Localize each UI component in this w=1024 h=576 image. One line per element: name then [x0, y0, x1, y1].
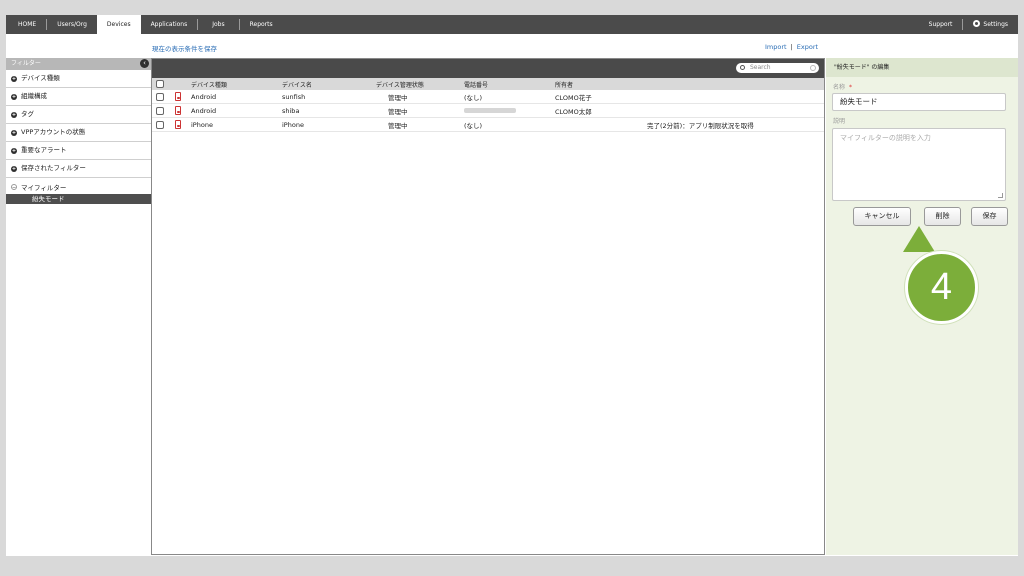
expand-icon: +: [11, 147, 17, 154]
delete-button[interactable]: 削除: [924, 207, 961, 226]
nav-right-group: Support Settings: [919, 15, 1018, 34]
sidebar-item-org[interactable]: + 組織構成: [6, 88, 151, 106]
nav-users-org[interactable]: Users/Org: [47, 15, 97, 34]
import-export: Import | Export: [765, 43, 818, 51]
nav-support[interactable]: Support: [919, 15, 963, 34]
sidebar-item-label: 保存されたフィルター: [21, 164, 86, 172]
nav-home[interactable]: HOME: [6, 15, 46, 34]
save-conditions-link[interactable]: 現在の表示条件を保存: [152, 43, 217, 53]
cell-state: 管理中: [388, 107, 408, 116]
expand-icon: +: [11, 165, 17, 172]
filter-name-input[interactable]: 紛失モード: [832, 93, 1006, 111]
table-row[interactable]: iPhone iPhone 管理中 (なし) 完了(2分前)：アプリ制限状況を取…: [152, 118, 824, 132]
filter-sidebar: フィルター ‹ + デバイス種類 + 組織構成 + タグ + VPPアカウントの状態 +…: [6, 58, 151, 554]
sidebar-item-alerts[interactable]: + 重要なアラート: [6, 142, 151, 160]
sidebar-item-saved-filters[interactable]: + 保存されたフィルター: [6, 160, 151, 178]
cell-owner: CLOMO花子: [555, 93, 592, 102]
row-checkbox[interactable]: [156, 106, 164, 115]
cell-job-status: 完了(2分前)：アプリ制限状況を取得: [647, 121, 754, 130]
cell-device-name: sunfish: [282, 92, 306, 101]
sidebar-item-label: デバイス種類: [21, 74, 60, 82]
col-phone[interactable]: 電話番号: [464, 80, 488, 89]
row-checkbox[interactable]: [156, 92, 164, 101]
lost-device-icon: [175, 92, 181, 101]
row-checkbox[interactable]: [156, 120, 164, 129]
cell-device-type: iPhone: [191, 120, 213, 129]
save-button[interactable]: 保存: [971, 207, 1008, 226]
col-owner[interactable]: 所有者: [555, 80, 573, 89]
table-row[interactable]: Android shiba 管理中 CLOMO太郎: [152, 104, 824, 118]
top-nav: HOME Users/Org Devices Applications Jobs…: [6, 15, 1018, 34]
table-header: デバイス種類 デバイス名 デバイス管理状態 電話番号 所有者: [152, 78, 824, 90]
sidebar-item-device-type[interactable]: + デバイス種類: [6, 70, 151, 88]
my-filter-lost-mode[interactable]: 紛失モード: [6, 194, 151, 204]
col-device-name[interactable]: デバイス名: [282, 80, 312, 89]
cell-device-type: Android: [191, 92, 217, 101]
filter-description-input[interactable]: マイフィルターの説明を入力: [832, 128, 1006, 201]
cell-device-type: Android: [191, 106, 217, 115]
sidebar-header: フィルター ‹: [6, 58, 151, 70]
col-device-type[interactable]: デバイス種類: [191, 80, 227, 89]
nav-settings[interactable]: Settings: [963, 15, 1018, 34]
sidebar-item-label: 組織構成: [21, 92, 47, 100]
cell-phone-redacted: [464, 107, 516, 115]
required-mark: *: [849, 84, 853, 91]
nav-applications[interactable]: Applications: [141, 15, 198, 34]
collapse-icon: −: [11, 184, 17, 191]
cell-state: 管理中: [388, 121, 408, 130]
col-management-state[interactable]: デバイス管理状態: [376, 80, 424, 89]
step-callout-pointer: [903, 226, 935, 252]
search-input[interactable]: Search: [736, 63, 819, 73]
cell-device-name: iPhone: [282, 120, 304, 129]
table-toolbar: Search: [152, 59, 824, 78]
cell-owner: CLOMO太郎: [555, 107, 592, 116]
search-icon: [740, 65, 745, 70]
cell-phone: (なし): [464, 93, 483, 102]
expand-icon: +: [11, 93, 17, 100]
name-label: 名称 *: [826, 82, 1018, 91]
import-export-separator: |: [790, 43, 793, 51]
gear-icon: [973, 20, 981, 27]
description-placeholder: マイフィルターの説明を入力: [840, 134, 931, 142]
lost-device-icon: [175, 106, 181, 115]
name-label-text: 名称: [833, 84, 846, 91]
sidebar-item-tag[interactable]: + タグ: [6, 106, 151, 124]
table-row[interactable]: Android sunfish 管理中 (なし) CLOMO花子: [152, 90, 824, 104]
nav-settings-label: Settings: [983, 21, 1008, 28]
sidebar-item-label: VPPアカウントの状態: [21, 128, 86, 136]
sidebar-item-my-filter[interactable]: − マイフィルター: [6, 180, 151, 194]
expand-icon: +: [11, 75, 17, 82]
export-link[interactable]: Export: [797, 43, 818, 51]
lost-device-icon: [175, 120, 181, 129]
cell-state: 管理中: [388, 93, 408, 102]
expand-icon: +: [11, 111, 17, 118]
sidebar-item-vpp[interactable]: + VPPアカウントの状態: [6, 124, 151, 142]
nav-reports[interactable]: Reports: [240, 15, 283, 34]
sidebar-item-label: タグ: [21, 110, 34, 118]
cell-phone: (なし): [464, 121, 483, 130]
nav-devices[interactable]: Devices: [96, 15, 141, 34]
nav-jobs[interactable]: Jobs: [198, 15, 238, 34]
editor-title: "紛失モード" の編集: [826, 58, 1018, 77]
search-placeholder: Search: [750, 64, 771, 71]
description-label: 説明: [833, 118, 846, 125]
import-link[interactable]: Import: [765, 43, 787, 51]
device-table-panel: Search デバイス種類 デバイス名 デバイス管理状態 電話番号 所有者 An…: [151, 58, 825, 555]
collapse-left-icon[interactable]: ‹: [140, 59, 149, 68]
redacted-phone: [464, 108, 516, 113]
sidebar-item-label: マイフィルター: [21, 184, 67, 192]
sidebar-title: フィルター: [11, 60, 41, 67]
resize-handle-icon[interactable]: [998, 193, 1003, 198]
step-number-badge: 4: [905, 251, 978, 324]
cell-device-name: shiba: [282, 106, 300, 115]
clear-search-icon[interactable]: [810, 65, 816, 71]
sidebar-item-label: 重要なアラート: [21, 146, 67, 154]
expand-icon: +: [11, 129, 17, 136]
cancel-button[interactable]: キャンセル: [853, 207, 911, 226]
select-all-checkbox[interactable]: [156, 80, 164, 88]
page: 現在の表示条件を保存 Import | Export フィルター ‹ + デバイス種類…: [6, 34, 1018, 556]
